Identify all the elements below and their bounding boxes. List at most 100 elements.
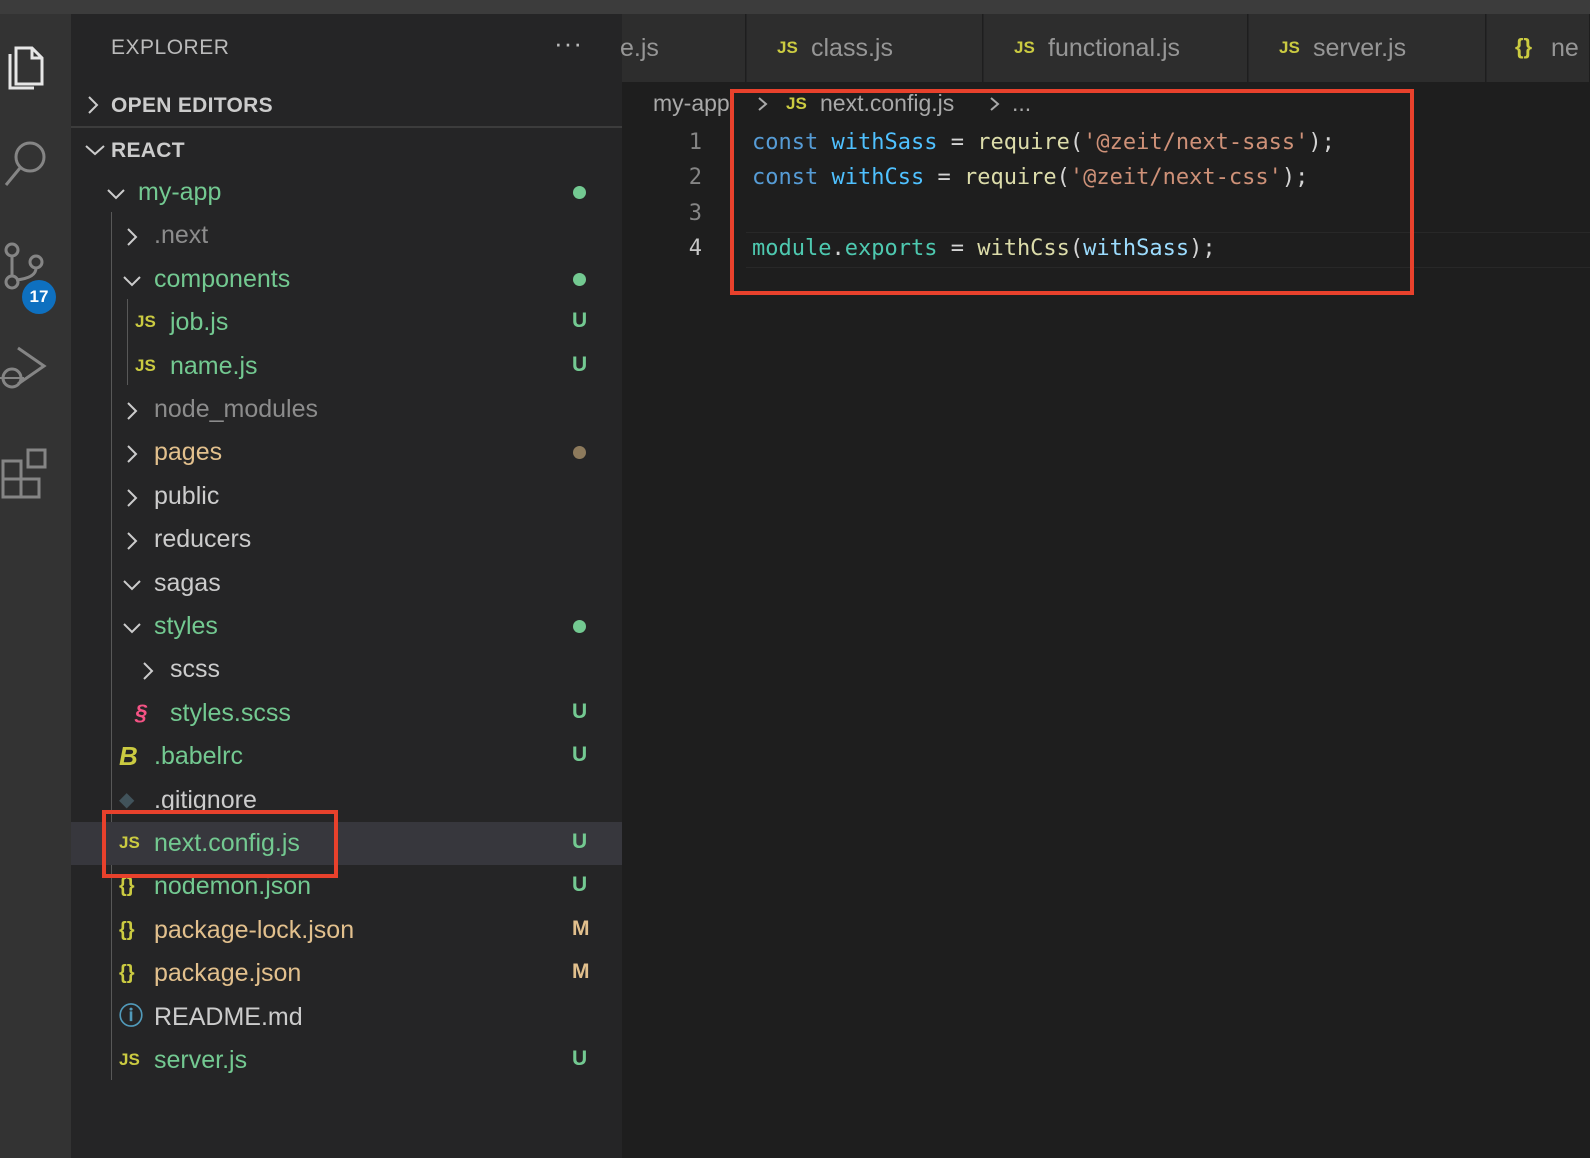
indent-guide bbox=[127, 299, 128, 385]
run-debug-icon bbox=[0, 346, 47, 389]
tree-item-my-app[interactable]: my-app bbox=[71, 171, 622, 214]
chevron-down-icon bbox=[85, 145, 105, 156]
tab-label: class.js bbox=[811, 34, 893, 62]
explorer-title: EXPLORER bbox=[111, 36, 230, 59]
js-file-icon: JS bbox=[135, 355, 156, 375]
explorer-sidebar: EXPLORER ··· OPEN EDITORS REACT my-app .n… bbox=[71, 14, 622, 1158]
json-file-icon: {} bbox=[1515, 34, 1533, 59]
tree-item-job-js[interactable]: JS job.js U bbox=[71, 301, 622, 344]
chevron-down-icon bbox=[123, 276, 141, 287]
breadcrumb-folder[interactable]: my-app bbox=[653, 90, 730, 117]
modified-dot-indicator bbox=[573, 446, 586, 460]
tree-item-name-js[interactable]: JS name.js U bbox=[71, 345, 622, 388]
line-number: 4 bbox=[688, 236, 702, 261]
workspace-label: REACT bbox=[111, 139, 185, 162]
window-top-strip bbox=[0, 0, 1590, 14]
tree-item-sagas[interactable]: sagas bbox=[71, 562, 622, 605]
tree-item-label: package-lock.json bbox=[154, 915, 355, 944]
editor-area: e.js JS class.js JS functional.js JS ser… bbox=[620, 14, 1590, 1158]
babel-file-icon: B bbox=[119, 741, 138, 772]
chevron-right-icon bbox=[127, 489, 138, 507]
tree-item-scss[interactable]: scss bbox=[71, 648, 622, 691]
tree-item-label: components bbox=[154, 264, 291, 293]
chevron-right-icon bbox=[143, 662, 154, 681]
chevron-right-icon bbox=[127, 532, 138, 550]
chevron-down-icon bbox=[107, 189, 125, 200]
git-status-badge: U bbox=[572, 743, 588, 767]
tree-item-reducers[interactable]: reducers bbox=[71, 518, 622, 561]
more-actions-button[interactable]: ··· bbox=[554, 28, 583, 59]
tree-item-pages[interactable]: pages bbox=[71, 431, 622, 474]
chevron-right-icon bbox=[127, 228, 138, 247]
chevron-down-icon bbox=[123, 579, 141, 591]
run-debug-activity-button[interactable] bbox=[0, 334, 71, 434]
tree-item-label: .babelrc bbox=[154, 742, 243, 771]
tree-item-next[interactable]: .next bbox=[71, 214, 622, 257]
tree-item-label: .next bbox=[154, 221, 209, 250]
search-activity-button[interactable] bbox=[0, 129, 71, 229]
tree-item-label: package.json bbox=[154, 959, 302, 988]
highlight-box-code bbox=[730, 89, 1414, 295]
js-file-icon: JS bbox=[119, 1050, 140, 1069]
tree-item-label: node_modules bbox=[154, 395, 319, 423]
git-status-badge: U bbox=[572, 699, 588, 723]
activity-bar: 17 bbox=[0, 14, 71, 1158]
open-editors-label: OPEN EDITORS bbox=[111, 94, 273, 117]
tab-label: server.js bbox=[1313, 34, 1407, 62]
tab-json-file[interactable]: {} ne bbox=[1487, 14, 1590, 82]
modified-dot-indicator bbox=[573, 620, 586, 633]
git-status-badge: U bbox=[572, 352, 588, 376]
tree-item-label: styles.scss bbox=[170, 698, 291, 727]
modified-dot-indicator bbox=[573, 272, 586, 286]
git-file-icon: ◆ bbox=[119, 788, 135, 811]
tab-label: functional.js bbox=[1048, 34, 1181, 62]
tab-bar: e.js JS class.js JS functional.js JS ser… bbox=[620, 14, 1590, 82]
chevron-right-icon bbox=[88, 96, 99, 114]
tree-item-label: sagas bbox=[154, 568, 221, 597]
tree-item-package-lock-json[interactable]: {} package-lock.json M bbox=[71, 909, 622, 952]
tree-item-package-json[interactable]: {} package.json M bbox=[71, 952, 622, 995]
tab-class-js[interactable]: JS class.js bbox=[747, 14, 983, 82]
tree-item-label: job.js bbox=[170, 308, 229, 337]
search-icon bbox=[4, 141, 46, 186]
git-status-badge: M bbox=[572, 916, 590, 940]
tree-item-babelrc[interactable]: B .babelrc U bbox=[71, 735, 622, 778]
tree-item-node-modules[interactable]: node_modules bbox=[71, 388, 622, 431]
line-number: 1 bbox=[688, 130, 702, 155]
extensions-activity-button[interactable] bbox=[0, 439, 71, 539]
tree-item-label: server.js bbox=[154, 1046, 248, 1074]
tree-item-styles-scss[interactable]: § styles.scss U bbox=[71, 692, 622, 735]
tab-e-js[interactable]: e.js bbox=[620, 14, 746, 82]
modified-dot-indicator bbox=[573, 186, 586, 199]
js-file-icon: JS bbox=[135, 312, 156, 332]
tree-item-styles[interactable]: styles bbox=[71, 605, 622, 648]
tree-item-public[interactable]: public bbox=[71, 475, 622, 518]
js-file-icon: JS bbox=[1279, 38, 1300, 57]
chevron-right-icon bbox=[127, 402, 138, 420]
section-divider bbox=[71, 126, 622, 128]
tree-item-label: reducers bbox=[154, 525, 252, 554]
json-file-icon: {} bbox=[119, 918, 135, 941]
tab-label: ne bbox=[1551, 34, 1579, 62]
highlight-box-file bbox=[102, 810, 338, 878]
chevron-down-icon bbox=[123, 623, 141, 634]
git-status-badge: U bbox=[572, 873, 588, 897]
workspace-section[interactable]: REACT bbox=[71, 130, 622, 170]
tree-item-components[interactable]: components bbox=[71, 258, 622, 301]
files-icon bbox=[8, 46, 44, 90]
open-editors-section[interactable]: OPEN EDITORS bbox=[71, 85, 622, 125]
tree-item-label: public bbox=[154, 481, 220, 510]
line-number: 2 bbox=[688, 165, 702, 190]
tree-item-server-js[interactable]: JS server.js U bbox=[71, 1039, 622, 1082]
tree-item-readme-md[interactable]: ⓘ README.md bbox=[71, 996, 622, 1039]
tab-server-js[interactable]: JS server.js bbox=[1249, 14, 1486, 82]
line-number: 3 bbox=[688, 201, 702, 226]
tab-functional-js[interactable]: JS functional.js bbox=[984, 14, 1248, 82]
git-status-badge: U bbox=[572, 309, 588, 333]
tree-item-label: name.js bbox=[170, 351, 258, 380]
git-status-badge: M bbox=[572, 960, 590, 984]
tab-label: e.js bbox=[620, 34, 659, 62]
tree-item-label: my-app bbox=[138, 178, 222, 206]
explorer-activity-button[interactable] bbox=[0, 24, 71, 124]
js-file-icon: JS bbox=[777, 38, 798, 57]
